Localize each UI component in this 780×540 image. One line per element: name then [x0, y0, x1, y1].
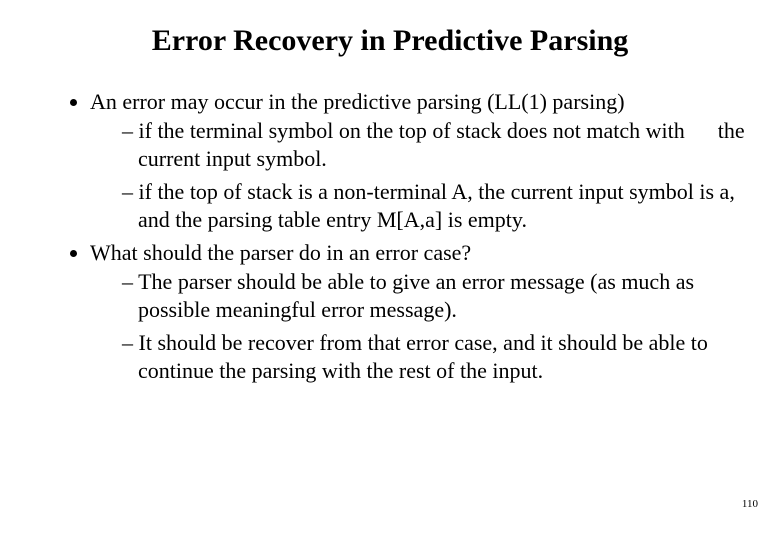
- sub-bullet-item: The parser should be able to give an err…: [122, 268, 760, 325]
- sub-bullet-item: if the top of stack is a non-terminal A,…: [122, 178, 760, 235]
- page-number: 110: [742, 498, 758, 510]
- sub-bullet-list: if the terminal symbol on the top of sta…: [90, 117, 760, 235]
- slide-title: Error Recovery in Predictive Parsing: [0, 0, 780, 88]
- slide: Error Recovery in Predictive Parsing An …: [0, 0, 780, 540]
- bullet-text: An error may occur in the predictive par…: [90, 89, 625, 114]
- bullet-item: What should the parser do in an error ca…: [90, 239, 760, 386]
- sub-bullet-list: The parser should be able to give an err…: [90, 268, 760, 386]
- sub-bullet-item: if the terminal symbol on the top of sta…: [122, 117, 760, 174]
- bullet-text: What should the parser do in an error ca…: [90, 240, 471, 265]
- sub-bullet-text: if the terminal symbol on the top of sta…: [138, 118, 745, 172]
- sub-bullet-text: It should be recover from that error cas…: [138, 330, 708, 384]
- bullet-item: An error may occur in the predictive par…: [90, 88, 760, 235]
- sub-bullet-text: The parser should be able to give an err…: [138, 269, 694, 323]
- sub-bullet-text: if the top of stack is a non-terminal A,…: [138, 179, 735, 233]
- sub-bullet-item: It should be recover from that error cas…: [122, 329, 760, 386]
- slide-content: An error may occur in the predictive par…: [0, 88, 780, 386]
- bullet-list: An error may occur in the predictive par…: [60, 88, 760, 386]
